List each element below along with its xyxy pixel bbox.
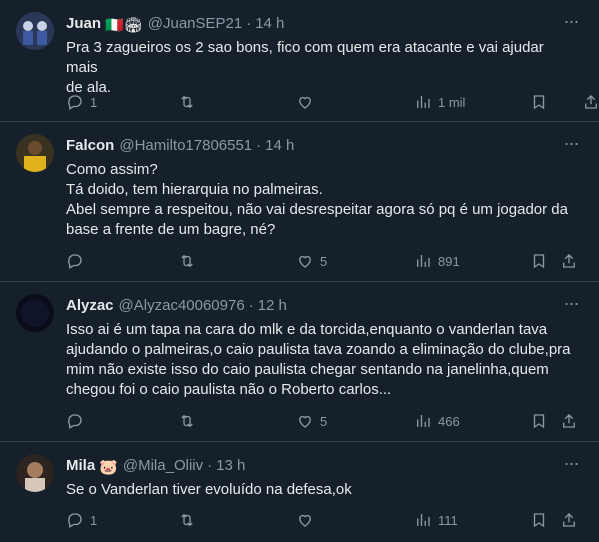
like-button[interactable] [296,508,320,532]
heart-icon [299,415,311,428]
avatar[interactable] [16,12,54,50]
reply-icon [68,95,82,110]
share-icon [563,513,575,527]
tweet-actions: 1 1 mil [60,90,597,114]
reply-button[interactable] [66,249,90,273]
share-icon [563,254,575,268]
reply-icon [68,254,82,269]
share-button[interactable] [560,409,578,433]
reply-icon [68,414,82,429]
bookmark-button[interactable] [530,409,548,433]
like-button[interactable]: 5 [296,249,327,273]
like-button[interactable]: 5 [296,409,327,433]
more-horizontal-icon[interactable]: ··· [561,454,581,476]
user-name[interactable]: Mila [66,457,95,474]
bookmark-button[interactable] [530,249,548,273]
tweet-text: Se o Vanderlan tiver evoluído na defesa,… [66,481,352,498]
bar-chart-icon [417,514,430,526]
more-horizontal-icon[interactable]: ··· [561,134,581,156]
bookmark-icon [533,513,545,528]
bar-chart-icon [417,96,430,108]
retweet-button[interactable] [178,508,202,532]
retweet-button[interactable] [178,409,202,433]
user-handle[interactable]: @Hamilto17806551 [119,137,252,154]
bookmark-icon [533,414,545,429]
heart-icon [299,96,311,109]
reply-icon [68,513,82,528]
tweet[interactable]: Juan 🇮🇹🏟 @JuanSEP21 · 14 h ··· Pra 3 zagueir… [0,0,599,122]
share-button[interactable] [560,508,578,532]
heart-icon [299,255,311,268]
tweet-header: Alyzac @Alyzac40060976 · 12 h [66,297,287,314]
more-horizontal-icon[interactable]: ··· [561,294,581,316]
user-handle[interactable]: @JuanSEP21 [148,15,242,32]
tweet-actions: 5 891 [60,249,585,273]
views-button[interactable]: 466 [414,409,460,433]
tweet-text: Pra 3 zagueiros os 2 sao bons, fico com … [66,39,548,96]
bookmark-button[interactable] [530,508,548,532]
name-emoji: 🐷 [99,459,118,476]
tweet-header: Mila 🐷 @Mila_Oliiv · 13 h [66,457,246,476]
user-handle[interactable]: @Alyzac40060976 [119,297,245,314]
retweet-button[interactable] [178,249,202,273]
tweet[interactable]: Falcon @Hamilto17806551 · 14 h ··· Como ass… [0,122,599,282]
views-button[interactable]: 891 [414,249,460,273]
views-button[interactable]: 111 [414,508,458,532]
avatar[interactable] [16,454,54,492]
tweet-actions: 5 466 [60,409,585,433]
tweet-text: Isso ai é um tapa na cara do mlk e da to… [66,321,571,398]
tweet-header: Juan 🇮🇹🏟 @JuanSEP21 · 14 h [66,15,285,34]
tweet[interactable]: Alyzac @Alyzac40060976 · 12 h ··· Isso ai é… [0,282,599,442]
share-button[interactable] [582,90,599,114]
retweet-button[interactable] [178,90,202,114]
tweet[interactable]: Mila 🐷 @Mila_Oliiv · 13 h ··· Se o Vanderlan… [0,442,599,542]
retweet-icon [181,414,193,428]
tweet-time[interactable]: 14 h [255,15,284,32]
bookmark-icon [533,254,545,269]
views-button[interactable]: 1 mil [414,90,465,114]
retweet-icon [181,95,193,109]
avatar[interactable] [16,134,54,172]
retweet-icon [181,254,193,268]
name-emoji: 🇮🇹🏟 [105,17,143,34]
bookmark-button[interactable] [530,90,548,114]
like-button[interactable] [296,90,320,114]
reply-button[interactable]: 1 [66,508,97,532]
reply-button[interactable]: 1 [66,90,97,114]
tweet-header: Falcon @Hamilto17806551 · 14 h [66,137,295,154]
tweet-time[interactable]: 14 h [265,137,294,154]
tweet-actions: 1 111 [60,508,585,532]
tweet-text: Como assim? Tá doido, tem hierarquia no … [66,161,568,238]
user-handle[interactable]: @Mila_Oliiv [123,457,203,474]
avatar[interactable] [16,294,54,332]
bookmark-icon [533,95,545,110]
reply-button[interactable] [66,409,90,433]
user-name[interactable]: Falcon [66,137,114,154]
tweet-time[interactable]: 13 h [216,457,245,474]
bar-chart-icon [417,255,430,267]
user-name[interactable]: Alyzac [66,297,114,314]
retweet-icon [181,513,193,527]
share-icon [585,95,597,109]
heart-icon [299,514,311,527]
share-button[interactable] [560,249,578,273]
bar-chart-icon [417,415,430,427]
more-horizontal-icon[interactable]: ··· [561,12,581,34]
share-icon [563,414,575,428]
tweet-time[interactable]: 12 h [258,297,287,314]
user-name[interactable]: Juan [66,15,101,32]
